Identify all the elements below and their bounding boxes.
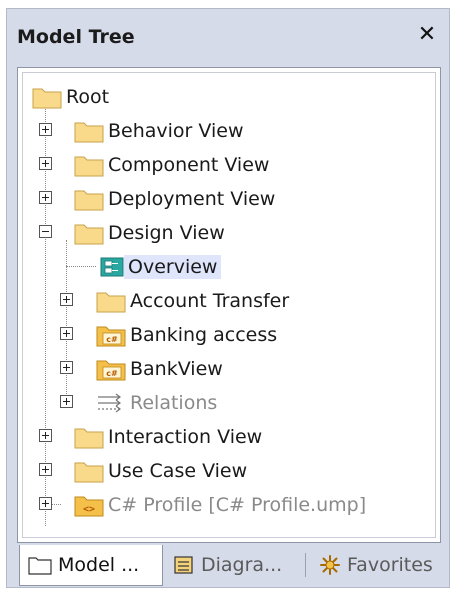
tree-item-design-view[interactable]: Design View [74,218,229,248]
svg-text:<>: <> [83,504,95,515]
close-icon[interactable]: ✕ [415,21,439,49]
panel-title: Model Tree [17,26,135,48]
svg-text:c#: c# [106,369,118,378]
tree-item-component-view[interactable]: Component View [74,150,273,180]
tree-item-label: Overview [124,255,222,279]
relations-icon [98,393,121,413]
panel-titlebar: Model Tree ✕ [7,9,449,65]
tree-item-label: Component View [108,154,270,176]
folder-icon [32,88,62,109]
favorites-icon [320,555,340,575]
diagram-list-icon [174,556,193,574]
csharp-namespace-icon: c# [96,326,126,347]
tree-connector [66,266,96,267]
tree-item-behavior-view[interactable]: Behavior View [74,116,248,146]
expand-plus-icon[interactable] [60,293,73,306]
tree-view[interactable]: Root Behavior View Component View Deploy… [17,67,441,543]
panel-tab-bar: Model ... Diagra... Favorites [17,545,447,587]
expand-plus-icon[interactable] [60,361,73,374]
folder-icon [74,156,104,177]
tab-label: Favorites [347,554,433,576]
tree-item-account-transfer[interactable]: Account Transfer [96,286,293,316]
expand-plus-icon[interactable] [39,157,52,170]
folder-icon [74,462,104,483]
tree-item-interaction-view[interactable]: Interaction View [74,422,266,452]
tree-item-bankview[interactable]: c# BankView [96,354,227,384]
profile-icon: <> [74,496,104,517]
tree-item-deployment-view[interactable]: Deployment View [74,184,279,214]
expand-plus-icon[interactable] [60,327,73,340]
tree-item-relations[interactable]: Relations [96,388,221,418]
tree-item-label: Deployment View [108,188,276,210]
tree-item-label: Root [66,86,110,108]
folder-icon [74,224,104,245]
tree-item-banking-access[interactable]: c# Banking access [96,320,281,350]
folder-icon [74,428,104,449]
collapse-minus-icon[interactable] [39,225,52,238]
tree-item-csharp-profile[interactable]: <> C# Profile [C# Profile.ump] [74,490,370,520]
expand-plus-icon[interactable] [39,429,52,442]
folder-icon [74,122,104,143]
folder-icon [96,292,126,313]
tab-label: Diagra... [201,554,283,576]
expand-plus-icon[interactable] [39,191,52,204]
csharp-namespace-icon: c# [96,360,126,381]
svg-text:c#: c# [106,335,118,344]
expand-plus-icon[interactable] [39,123,52,136]
tree-item-label: Relations [130,392,218,414]
overview-diagram-icon [100,257,124,277]
tree-item-use-case-view[interactable]: Use Case View [74,456,251,486]
tab-diagram-tree[interactable]: Diagra... [165,545,299,585]
folder-icon [28,557,52,575]
expand-plus-icon[interactable] [60,395,73,408]
tree-item-label: Behavior View [108,120,244,142]
model-tree-panel: Model Tree ✕ Root Behavior View Componen… [6,8,450,588]
tab-label: Model ... [58,554,140,576]
expand-plus-icon[interactable] [39,463,52,476]
tab-model-tree[interactable]: Model ... [19,545,163,586]
tab-favorites[interactable]: Favorites [311,545,447,585]
tree-item-label: Account Transfer [130,290,290,312]
tab-separator [305,553,306,577]
expand-plus-icon[interactable] [39,497,52,510]
folder-icon [74,190,104,211]
tree-item-label: BankView [130,358,223,380]
tree-item-label: Banking access [130,324,278,346]
tree-item-label: Design View [108,222,225,244]
tree-item-label: Use Case View [108,460,248,482]
tree-item-root[interactable]: Root [32,82,113,112]
tree-item-overview[interactable]: Overview [96,252,222,282]
tree-item-label: C# Profile [C# Profile.ump] [108,494,367,516]
tree-item-label: Interaction View [108,426,263,448]
